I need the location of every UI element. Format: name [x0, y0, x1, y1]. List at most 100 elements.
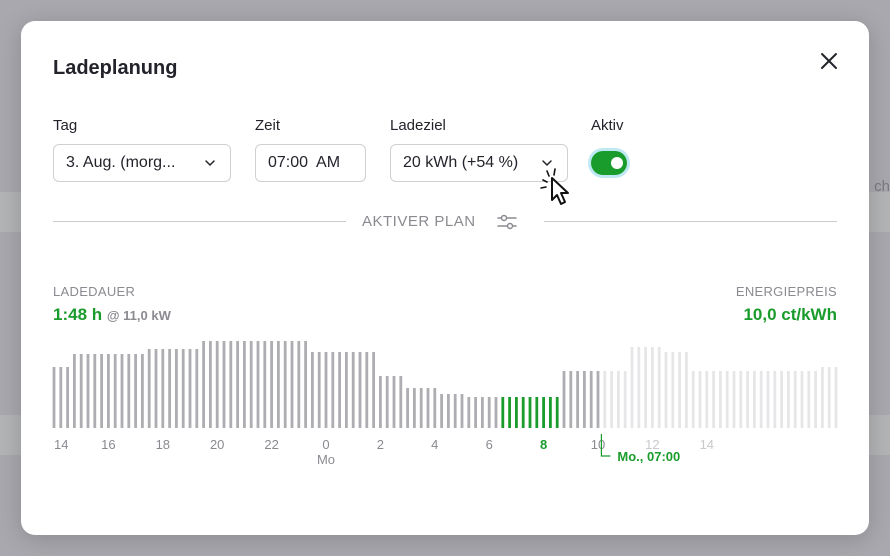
chart-bar [134, 354, 137, 428]
chart-bar [392, 376, 396, 428]
chart-bar [487, 397, 491, 428]
chart-bar [610, 371, 613, 428]
chart-bar [141, 354, 144, 428]
chart-bar [345, 352, 348, 428]
chart-bar [569, 371, 573, 428]
chart-bar [379, 376, 382, 428]
chart-bar [175, 349, 178, 428]
chart-bar [236, 341, 239, 428]
chart-bar [759, 371, 763, 428]
chart-bar [229, 341, 233, 428]
chart-tick-label: 18 [156, 437, 170, 452]
chart-bar [385, 376, 389, 428]
chart-bar [215, 341, 219, 428]
chart-bar [270, 341, 273, 428]
chart-bar [766, 371, 770, 428]
chart-bar [651, 347, 654, 428]
chart-bar [691, 371, 695, 428]
chart-bar [474, 397, 477, 428]
chart-tick-label: 10 [591, 437, 605, 452]
chart-bar [120, 354, 124, 428]
chart-bar [814, 371, 817, 428]
chart-bar [209, 341, 212, 428]
chart-bar [195, 349, 199, 428]
chart-bar [86, 354, 90, 428]
chart-bar [147, 349, 151, 428]
chart-bar [93, 354, 97, 428]
chart-bar [671, 352, 675, 428]
chart-bar [746, 371, 749, 428]
chart-tick-label: 16 [101, 437, 115, 452]
chart-bar [433, 388, 437, 428]
chart-bar [787, 371, 790, 428]
chart-bar [712, 371, 715, 428]
chart-bar [311, 352, 314, 428]
chart-bar [59, 367, 63, 428]
chart-bar [73, 354, 76, 428]
chart-bar [168, 349, 171, 428]
chart-bar [202, 341, 205, 428]
chart-bar [181, 349, 185, 428]
chart-tick-label: 4 [431, 437, 438, 452]
chart-bar [351, 352, 355, 428]
chart-bar [685, 352, 688, 428]
chart-tick-label: 2 [377, 437, 384, 452]
chart-tick-label: 14 [54, 437, 68, 452]
chart-tick-label: 14 [700, 437, 714, 452]
backdrop-text: ch [874, 178, 890, 195]
chart-tick-label: 22 [264, 437, 278, 452]
chart-bar [793, 371, 797, 428]
chart-bar [589, 371, 593, 428]
chart-bar [419, 388, 423, 428]
chart-bar [583, 371, 586, 428]
chart-bar [317, 352, 321, 428]
chart-bar [277, 341, 280, 428]
chart-bar [297, 341, 301, 428]
chart-bar [630, 347, 634, 428]
chart-bar [501, 397, 505, 428]
chart-bar [283, 341, 287, 428]
chart-tick-label: 6 [486, 437, 493, 452]
chart-bar [100, 354, 103, 428]
chart-bar [453, 394, 457, 428]
chart-bar [324, 352, 328, 428]
chart-bar [678, 352, 681, 428]
chart-bar [481, 397, 484, 428]
chart-bar [827, 367, 831, 428]
chart-bar [807, 371, 811, 428]
chart-bar [549, 397, 552, 428]
chart-bar [66, 367, 69, 428]
chart-bar [725, 371, 729, 428]
charging-plan-dialog: Ladeplanung Tag 3. Aug. (morg... Zeit 07… [21, 21, 869, 535]
chart-bar [447, 394, 450, 428]
chart-bar [494, 397, 498, 428]
chart-bar [753, 371, 756, 428]
chart-bar [460, 394, 464, 428]
chart-bar [188, 349, 192, 428]
chart-tick-label: 20 [210, 437, 224, 452]
chart-bar [821, 367, 824, 428]
chart-bar [263, 341, 267, 428]
chart-tick-label: 8 [540, 437, 547, 452]
chart-bar [555, 397, 559, 428]
chart-bar [413, 388, 416, 428]
chart-bar [222, 341, 226, 428]
chart-bar [800, 371, 804, 428]
chart-bar [426, 388, 430, 428]
chart-bar [79, 354, 83, 428]
chart-bar [664, 352, 668, 428]
chart-day-label: Mo [317, 452, 335, 467]
chart-bar [719, 371, 722, 428]
chart-bar [528, 397, 532, 428]
chart-bar [406, 388, 409, 428]
target-marker-label: Mo., 07:00 [617, 449, 680, 464]
chart-bar [515, 397, 518, 428]
chart-bar [617, 371, 620, 428]
chart-bar [440, 394, 443, 428]
chart-bar [603, 371, 607, 428]
chart-bar [834, 367, 838, 428]
chart-bar [113, 354, 117, 428]
chart-bar [304, 341, 307, 428]
chart-bar [290, 341, 294, 428]
chart-bar [256, 341, 260, 428]
